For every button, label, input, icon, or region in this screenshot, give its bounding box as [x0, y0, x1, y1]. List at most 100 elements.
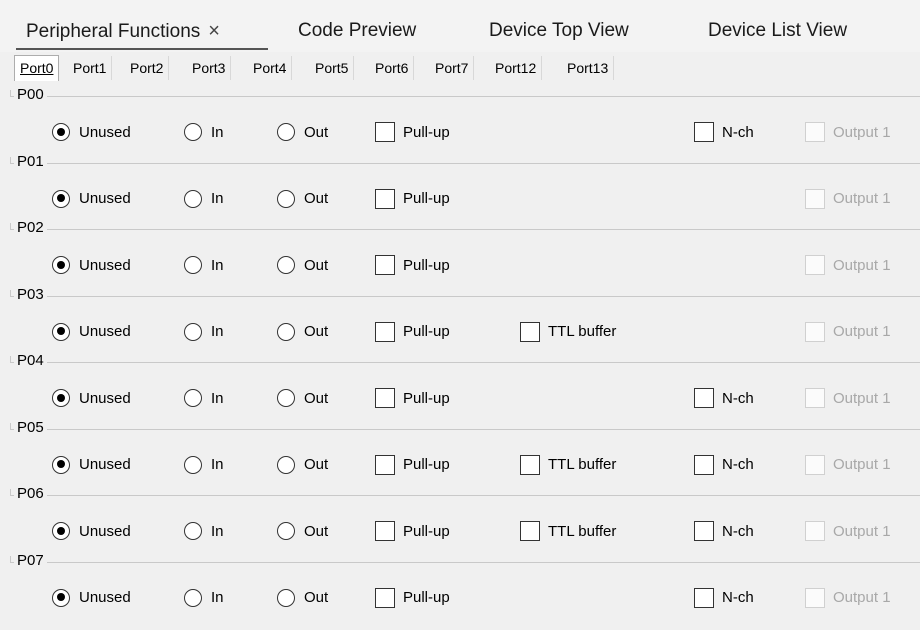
checkbox-label: N-ch — [722, 389, 754, 407]
radio-button-icon — [277, 256, 295, 274]
radio-out[interactable]: Out — [277, 187, 328, 211]
radio-unused[interactable]: Unused — [52, 253, 131, 277]
pin-group-label: P06 — [14, 485, 47, 503]
radio-button-icon — [184, 256, 202, 274]
checkbox-pullup[interactable]: Pull-up — [375, 253, 450, 277]
checkbox-pullup[interactable]: Pull-up — [375, 120, 450, 144]
radio-unused[interactable]: Unused — [52, 519, 131, 543]
radio-label: Unused — [79, 522, 131, 540]
checkbox-nch[interactable]: N-ch — [694, 386, 754, 410]
tab-label: Port13 — [567, 60, 609, 76]
radio-label: Out — [304, 456, 329, 473]
checkbox-label: Output 1 — [833, 589, 891, 606]
checkbox-icon — [375, 188, 395, 209]
close-icon[interactable]: × — [208, 20, 220, 42]
radio-label: In — [211, 589, 224, 606]
checkbox-ttl[interactable]: TTL buffer — [520, 519, 616, 543]
radio-in[interactable]: In — [184, 187, 224, 211]
checkbox-label: Output 1 — [833, 456, 891, 473]
radio-button-icon — [277, 189, 295, 208]
radio-button-icon — [184, 123, 202, 141]
radio-button-icon — [184, 389, 202, 407]
radio-unused[interactable]: Unused — [52, 453, 131, 477]
group-divider — [10, 295, 920, 297]
radio-button-icon — [184, 322, 202, 341]
radio-out[interactable]: Out — [277, 320, 328, 344]
checkbox-icon — [520, 454, 540, 475]
radio-unused[interactable]: Unused — [52, 187, 131, 211]
pin-group-label: P02 — [14, 219, 47, 237]
checkbox-nch[interactable]: N-ch — [694, 453, 754, 477]
tab-port0[interactable]: Port0 — [14, 55, 60, 81]
group-frame-edge — [10, 489, 11, 495]
checkbox-label: Pull-up — [403, 589, 450, 606]
checkbox-nch[interactable]: N-ch — [694, 519, 754, 543]
tab-peripheral-functions[interactable]: Peripheral Functions × — [26, 12, 220, 50]
radio-label: In — [211, 323, 224, 340]
radio-unused[interactable]: Unused — [52, 386, 131, 410]
radio-label: Unused — [79, 123, 131, 141]
checkbox-output1: Output 1 — [805, 586, 891, 610]
radio-button-icon — [184, 588, 202, 607]
radio-in[interactable]: In — [184, 453, 224, 477]
pin-group-label: P03 — [14, 285, 47, 304]
tab-label: Device List View — [708, 20, 848, 41]
group-divider — [10, 229, 920, 230]
checkbox-label: Output 1 — [833, 123, 891, 141]
group-divider — [10, 495, 920, 496]
radio-out[interactable]: Out — [277, 519, 328, 543]
tab-label: Port3 — [192, 60, 226, 76]
checkbox-nch[interactable]: N-ch — [694, 120, 754, 144]
tab-code-preview[interactable]: Code Preview — [298, 12, 416, 50]
radio-in[interactable]: In — [184, 253, 224, 277]
tab-port5[interactable]: Port5 — [310, 56, 355, 80]
radio-out[interactable]: Out — [277, 253, 328, 277]
radio-unused[interactable]: Unused — [52, 586, 131, 610]
radio-button-icon — [277, 322, 295, 341]
tab-label: Code Preview — [298, 20, 417, 41]
checkbox-pullup[interactable]: Pull-up — [375, 386, 450, 410]
tab-device-list-view[interactable]: Device List View — [708, 12, 847, 50]
checkbox-pullup[interactable]: Pull-up — [375, 586, 450, 610]
radio-in[interactable]: In — [184, 120, 224, 144]
radio-in[interactable]: In — [184, 586, 224, 610]
checkbox-pullup[interactable]: Pull-up — [375, 320, 450, 344]
checkbox-ttl[interactable]: TTL buffer — [520, 320, 616, 344]
checkbox-icon — [375, 521, 395, 541]
checkbox-label: Pull-up — [403, 123, 450, 141]
radio-unused[interactable]: Unused — [52, 320, 131, 344]
tab-port3[interactable]: Port3 — [187, 56, 232, 80]
tab-port6[interactable]: Port6 — [370, 56, 415, 80]
checkbox-pullup[interactable]: Pull-up — [375, 187, 450, 211]
checkbox-label: Output 1 — [833, 190, 891, 207]
radio-button-icon — [184, 522, 202, 540]
tab-port12[interactable]: Port12 — [490, 56, 543, 80]
checkbox-nch[interactable]: N-ch — [694, 586, 754, 610]
tab-port4[interactable]: Port4 — [248, 56, 293, 80]
radio-out[interactable]: Out — [277, 453, 328, 477]
radio-button-icon — [277, 455, 295, 474]
tab-device-top-view[interactable]: Device Top View — [489, 12, 629, 50]
tab-port2[interactable]: Port2 — [125, 56, 170, 80]
radio-out[interactable]: Out — [277, 120, 328, 144]
checkbox-icon — [375, 587, 395, 608]
radio-in[interactable]: In — [184, 386, 224, 410]
radio-out[interactable]: Out — [277, 586, 328, 610]
checkbox-pullup[interactable]: Pull-up — [375, 453, 450, 477]
checkbox-output1: Output 1 — [805, 253, 891, 277]
checkbox-pullup[interactable]: Pull-up — [375, 519, 450, 543]
radio-in[interactable]: In — [184, 519, 224, 543]
radio-button-icon — [277, 588, 295, 607]
checkbox-label: Output 1 — [833, 323, 891, 340]
radio-label: Unused — [79, 389, 131, 407]
group-frame-edge — [10, 555, 11, 562]
tab-port1[interactable]: Port1 — [68, 56, 113, 80]
radio-unused[interactable]: Unused — [52, 120, 131, 144]
radio-out[interactable]: Out — [277, 386, 328, 410]
tab-port13[interactable]: Port13 — [562, 56, 615, 80]
checkbox-output1: Output 1 — [805, 120, 891, 144]
checkbox-icon — [805, 454, 825, 475]
radio-in[interactable]: In — [184, 320, 224, 344]
checkbox-ttl[interactable]: TTL buffer — [520, 453, 616, 477]
tab-port7[interactable]: Port7 — [430, 56, 475, 80]
